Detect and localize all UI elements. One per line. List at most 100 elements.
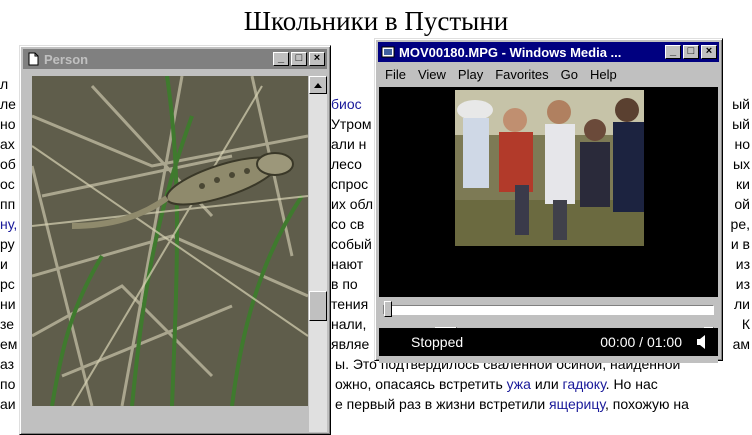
person-window-title: Person	[44, 51, 89, 67]
article-text: со св	[331, 216, 365, 232]
menu-file[interactable]: File	[379, 65, 412, 85]
article-text: спрос	[331, 176, 369, 192]
article-line-right: со св	[331, 213, 364, 235]
article-line-left: и	[0, 256, 8, 272]
speaker-icon	[697, 335, 705, 349]
article-text: биос	[331, 96, 362, 112]
article-text: . Но нас	[605, 376, 658, 392]
article-link[interactable]: ящерицу	[549, 396, 605, 412]
article-text: или	[530, 376, 563, 392]
document-icon	[28, 52, 39, 66]
article-line-end: ой	[734, 196, 750, 212]
article-text: являе	[331, 336, 370, 352]
scroll-up-button[interactable]	[309, 76, 327, 94]
article-text: нают	[331, 256, 364, 272]
article-line-right: али н	[331, 133, 366, 155]
person-scrollbar[interactable]	[309, 76, 327, 432]
playback-status: Stopped	[411, 334, 464, 350]
article-line-right: биос	[331, 93, 362, 115]
article-text: е первый раз в жизни встретили	[335, 396, 550, 412]
article-line-end: и в	[730, 236, 750, 252]
article-line-end: но	[734, 136, 750, 152]
article-link[interactable]: гадюку	[563, 376, 606, 392]
article-line-right: е первый раз в жизни встретили ящерицу, …	[335, 393, 689, 415]
minimize-button[interactable]: _	[273, 52, 289, 66]
lizard-photo	[32, 76, 308, 406]
article-text: их обл	[331, 196, 374, 212]
article-line-left: ос	[0, 176, 15, 192]
article-line-right: являе	[331, 333, 369, 355]
arrow-up-icon	[314, 82, 322, 88]
menu-view[interactable]: View	[412, 65, 452, 85]
article-line-end: ый	[732, 96, 750, 112]
article-text: собый	[331, 236, 372, 252]
article-line-end: К	[741, 316, 750, 332]
minimize-button[interactable]: _	[665, 45, 681, 59]
article-text: Утром	[331, 116, 372, 132]
video-display[interactable]	[379, 87, 718, 297]
article-line-right: в по	[331, 273, 358, 295]
article-line-left: но	[0, 116, 16, 132]
article-line-right: тения	[331, 293, 368, 315]
article-line-left: по	[0, 376, 16, 392]
article-line-left: аи	[0, 396, 16, 412]
article-text: ожно, опасаясь встретить	[335, 376, 507, 392]
article-line-right: лесо	[331, 153, 362, 175]
menu-go[interactable]: Go	[555, 65, 584, 85]
article-line-left: об	[0, 156, 16, 172]
article-line-right: собый	[331, 233, 372, 255]
media-player-title: MOV00180.MPG - Windows Media ...	[399, 44, 622, 60]
article-line-end: ки	[736, 176, 750, 192]
article-link[interactable]: ужа	[507, 376, 531, 392]
article-line-left: рс	[0, 276, 15, 292]
close-button[interactable]: ×	[309, 52, 325, 66]
article-line-end: из	[735, 276, 750, 292]
person-window-titlebar[interactable]: Person _ □ ×	[23, 49, 327, 69]
media-player-titlebar[interactable]: MOV00180.MPG - Windows Media ... _ □ ×	[378, 42, 719, 62]
article-line-left: пп	[0, 196, 16, 212]
article-text: али н	[331, 136, 367, 152]
article-line-right: нают	[331, 253, 363, 275]
article-line-left: ру	[0, 236, 15, 252]
article-text: в по	[331, 276, 358, 292]
article-line-left: зе	[0, 316, 15, 332]
maximize-button[interactable]: □	[683, 45, 699, 59]
article-line-end: ре,	[730, 216, 750, 232]
close-button[interactable]: ×	[701, 45, 717, 59]
menu-play[interactable]: Play	[452, 65, 489, 85]
person-window[interactable]: Person _ □ ×	[19, 45, 331, 435]
media-file-icon	[381, 46, 395, 58]
menu-bar: File View Play Favorites Go Help	[379, 65, 623, 85]
article-line-left: ни	[0, 296, 16, 312]
media-player-window[interactable]: MOV00180.MPG - Windows Media ... _ □ × F…	[374, 38, 723, 363]
article-line-end: ых	[732, 156, 750, 172]
scroll-thumb[interactable]	[309, 291, 327, 321]
status-bar: Stopped 00:00 / 01:00	[379, 328, 718, 356]
maximize-button[interactable]: □	[291, 52, 307, 66]
article-line-left: ем	[0, 336, 18, 352]
seek-thumb[interactable]	[384, 301, 392, 317]
menu-help[interactable]: Help	[584, 65, 623, 85]
article-line-end: ам	[732, 336, 750, 352]
page-title: Школьники в Пустыни	[243, 6, 509, 36]
time-display: 00:00 / 01:00	[600, 334, 682, 350]
article-text: лесо	[331, 156, 362, 172]
article-line-end: ли	[734, 296, 750, 312]
article-line-right: ожно, опасаясь встретить ужа или гадюку.…	[335, 373, 658, 395]
students-video-image	[455, 90, 644, 246]
seek-bar[interactable]	[383, 301, 714, 317]
video-frame	[455, 90, 644, 246]
article-text: тения	[331, 296, 369, 312]
menu-favorites[interactable]: Favorites	[489, 65, 554, 85]
article-line-left: ну,	[0, 216, 18, 232]
article-line-right: их обл	[331, 193, 373, 215]
article-line-end: из	[735, 256, 750, 272]
article-text: , похожую на	[605, 396, 689, 412]
article-line-right: Утром	[331, 113, 372, 135]
article-text: нали,	[331, 316, 367, 332]
article-line-right: нали,	[331, 313, 366, 335]
article-line-left: аз	[0, 356, 15, 372]
lizard-in-grass-image	[32, 76, 308, 406]
article-line-left: ле	[0, 96, 16, 112]
article-line-left: ах	[0, 136, 15, 152]
